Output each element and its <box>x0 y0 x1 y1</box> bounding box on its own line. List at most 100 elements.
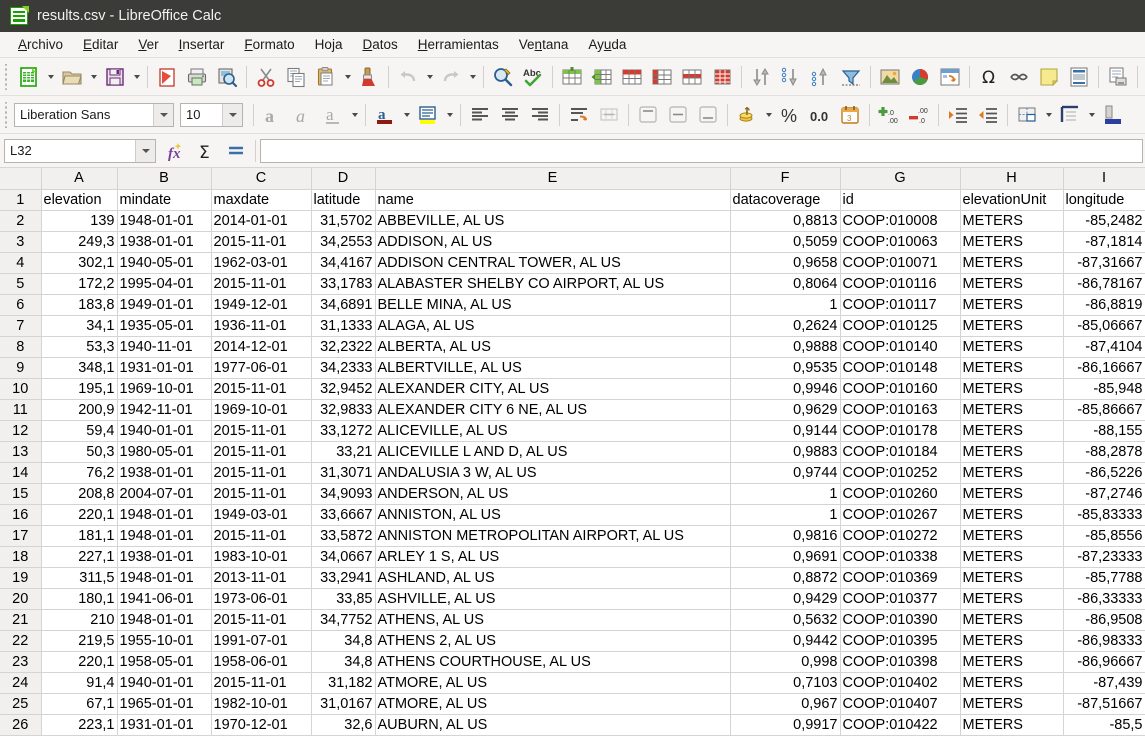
cell[interactable]: ATMORE, AL US <box>375 672 731 694</box>
cell[interactable]: COOP:010369 <box>840 567 961 589</box>
cell[interactable]: 220,1 <box>41 651 118 673</box>
add-decimal-icon[interactable]: .0.00 <box>874 100 904 130</box>
cell[interactable]: 2014-12-01 <box>211 336 312 358</box>
column-block-icon[interactable] <box>707 62 737 92</box>
menu-formato[interactable]: Formato <box>234 34 304 55</box>
cell[interactable]: -87,439 <box>1063 672 1145 694</box>
cell[interactable]: 1931-01-01 <box>117 714 212 736</box>
underline-icon[interactable]: a <box>318 100 348 130</box>
table-row[interactable]: 14 76,2 1938-01-01 2015-11-01 31,3071 ANDALUS… <box>0 462 1145 484</box>
cell[interactable]: 1 <box>730 294 841 316</box>
cell[interactable]: 0,9144 <box>730 420 841 442</box>
cell[interactable]: COOP:010160 <box>840 378 961 400</box>
cell[interactable]: -85,06667 <box>1063 315 1145 337</box>
menu-archivo[interactable]: Archivo <box>8 34 73 55</box>
row-header[interactable]: 8 <box>0 336 42 358</box>
cell[interactable]: ANDERSON, AL US <box>375 483 731 505</box>
cell[interactable]: 1949-12-01 <box>211 294 312 316</box>
cell[interactable]: -85,5 <box>1063 714 1145 736</box>
cell[interactable]: COOP:010395 <box>840 630 961 652</box>
cell[interactable]: 139 <box>41 210 118 232</box>
cell[interactable]: ANDALUSIA 3 W, AL US <box>375 462 731 484</box>
cell[interactable]: 50,3 <box>41 441 118 463</box>
cell[interactable]: COOP:010117 <box>840 294 961 316</box>
headers-footers-icon[interactable] <box>1064 62 1094 92</box>
cell[interactable]: METERS <box>960 504 1064 526</box>
table-row[interactable]: 3 249,3 1938-01-01 2015-11-01 34,2553 ADDISON… <box>0 231 1145 253</box>
cell[interactable]: ADDISON, AL US <box>375 231 731 253</box>
table-row[interactable]: 5 172,2 1995-04-01 2015-11-01 33,1783 ALABAST… <box>0 273 1145 295</box>
row-header[interactable]: 17 <box>0 525 42 547</box>
column-header-e[interactable]: E <box>375 168 731 190</box>
row-header[interactable]: 20 <box>0 588 42 610</box>
cell[interactable]: METERS <box>960 378 1064 400</box>
cell[interactable]: 2015-11-01 <box>211 525 312 547</box>
cell[interactable]: ALEXANDER CITY 6 NE, AL US <box>375 399 731 421</box>
cell[interactable]: AUBURN, AL US <box>375 714 731 736</box>
cut-icon[interactable] <box>251 62 281 92</box>
row-header[interactable]: 6 <box>0 294 42 316</box>
hyperlink-icon[interactable] <box>1004 62 1034 92</box>
cell[interactable]: -87,31667 <box>1063 252 1145 274</box>
cell[interactable]: 1940-01-01 <box>117 672 212 694</box>
column-header-c[interactable]: C <box>211 168 312 190</box>
table-row[interactable]: 15 208,8 2004-07-01 2015-11-01 34,9093 ANDERS… <box>0 483 1145 505</box>
comment-icon[interactable] <box>1034 62 1064 92</box>
cell[interactable]: 0,8064 <box>730 273 841 295</box>
cell[interactable]: ADDISON CENTRAL TOWER, AL US <box>375 252 731 274</box>
cell[interactable]: 183,8 <box>41 294 118 316</box>
cell[interactable]: METERS <box>960 336 1064 358</box>
new-document-dropdown-icon[interactable] <box>44 62 57 92</box>
cell[interactable]: 200,9 <box>41 399 118 421</box>
italic-icon[interactable]: a <box>288 100 318 130</box>
cell[interactable]: 67,1 <box>41 693 118 715</box>
autofilter-icon[interactable] <box>836 62 866 92</box>
cell[interactable]: COOP:010272 <box>840 525 961 547</box>
table-row[interactable]: 19 311,5 1948-01-01 2013-11-01 33,2941 ASHLAN… <box>0 567 1145 589</box>
cell[interactable]: COOP:010398 <box>840 651 961 673</box>
select-all-corner[interactable] <box>0 168 42 190</box>
cell[interactable]: METERS <box>960 651 1064 673</box>
menu-datos[interactable]: Datos <box>352 34 407 55</box>
underline-dropdown-icon[interactable] <box>348 100 361 130</box>
cell[interactable]: 2015-11-01 <box>211 483 312 505</box>
cell[interactable]: 0,5059 <box>730 231 841 253</box>
table-row[interactable]: 6 183,8 1949-01-01 1949-12-01 34,6891 BELLE M… <box>0 294 1145 316</box>
cell[interactable]: -85,948 <box>1063 378 1145 400</box>
cell[interactable]: 33,5872 <box>311 525 376 547</box>
cell[interactable]: COOP:010377 <box>840 588 961 610</box>
cell[interactable]: 210 <box>41 609 118 631</box>
cell[interactable]: 2004-07-01 <box>117 483 212 505</box>
delete-column-icon[interactable] <box>677 62 707 92</box>
insert-row-icon[interactable] <box>587 62 617 92</box>
cell[interactable]: 311,5 <box>41 567 118 589</box>
cell[interactable]: -86,96667 <box>1063 651 1145 673</box>
row-header[interactable]: 21 <box>0 609 42 631</box>
paste-dropdown-icon[interactable] <box>341 62 354 92</box>
table-row[interactable]: 23 220,1 1958-05-01 1958-06-01 34,8 ATHENS CO… <box>0 651 1145 673</box>
cell[interactable]: 34,2553 <box>311 231 376 253</box>
cell[interactable]: 34,9093 <box>311 483 376 505</box>
cell[interactable]: METERS <box>960 588 1064 610</box>
cell[interactable]: METERS <box>960 441 1064 463</box>
cell[interactable]: COOP:010252 <box>840 462 961 484</box>
cell[interactable]: 1940-11-01 <box>117 336 212 358</box>
table-row[interactable]: 20 180,1 1941-06-01 1973-06-01 33,85 ASHVILLE… <box>0 588 1145 610</box>
align-left-icon[interactable] <box>465 100 495 130</box>
cell[interactable]: 33,1783 <box>311 273 376 295</box>
cell[interactable]: 59,4 <box>41 420 118 442</box>
align-center-vertical-icon[interactable] <box>663 100 693 130</box>
cell[interactable]: 76,2 <box>41 462 118 484</box>
table-row[interactable]: 18 227,1 1938-01-01 1983-10-01 34,0667 ARLEY … <box>0 546 1145 568</box>
row-header[interactable]: 23 <box>0 651 42 673</box>
cell[interactable]: 31,0167 <box>311 693 376 715</box>
cell[interactable]: ATMORE, AL US <box>375 693 731 715</box>
cell[interactable]: 34,8 <box>311 651 376 673</box>
cell[interactable]: 1948-01-01 <box>117 609 212 631</box>
cell[interactable]: METERS <box>960 420 1064 442</box>
menu-herramientas[interactable]: Herramientas <box>408 34 509 55</box>
row-header[interactable]: 14 <box>0 462 42 484</box>
cell[interactable]: 2015-11-01 <box>211 420 312 442</box>
cell[interactable]: 34,7752 <box>311 609 376 631</box>
borders-dropdown-icon[interactable] <box>1042 100 1055 130</box>
